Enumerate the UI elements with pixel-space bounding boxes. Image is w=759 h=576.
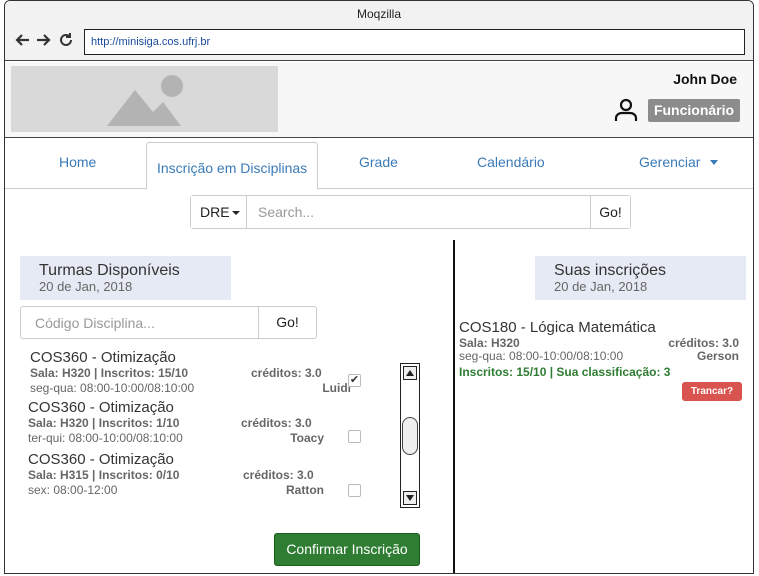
course-list-scrollbar[interactable] — [400, 363, 420, 508]
caret-down-icon — [231, 211, 240, 215]
course-checkbox[interactable] — [348, 430, 361, 443]
course-professor: Toacy — [290, 431, 324, 445]
tab-inscricao[interactable]: Inscrição em Disciplinas — [146, 142, 319, 190]
tab-gerenciar-label: Gerenciar — [639, 154, 701, 170]
scroll-up-button[interactable] — [403, 366, 417, 380]
drop-course-button[interactable]: Trancar? — [682, 382, 742, 401]
course-professor: Luidi — [322, 381, 351, 395]
course-checkbox[interactable]: ✔ — [348, 374, 361, 387]
enrolled-title: Suas inscrições — [554, 262, 667, 279]
course-details: Sala: H315 | Inscritos: 0/10 — [28, 468, 180, 482]
course-code-go-button[interactable]: Go! — [258, 307, 316, 338]
column-divider — [453, 240, 455, 573]
course-schedule: seg-qua: 08:00-10:00/08:10:00 — [30, 381, 195, 395]
forward-arrow-icon[interactable] — [35, 31, 53, 53]
enrolled-status: Inscritos: 15/10 | Sua classificação: 3 — [459, 365, 671, 379]
course-credits: créditos: 3.0 — [243, 468, 314, 482]
back-arrow-icon[interactable] — [13, 31, 31, 53]
search-input[interactable] — [248, 196, 591, 228]
available-section-header: Turmas Disponíveis 20 de Jan, 2018 — [20, 256, 231, 300]
image-placeholder-icon — [107, 75, 183, 126]
course-name: COS360 - Otimização — [30, 349, 176, 366]
course-details: Sala: H320 | Inscritos: 1/10 — [28, 416, 180, 430]
role-badge: Funcionário — [648, 99, 740, 122]
enrolled-date: 20 de Jan, 2018 — [554, 279, 648, 294]
scroll-thumb[interactable] — [402, 417, 418, 455]
course-name: COS360 - Otimização — [28, 399, 174, 416]
app-header: John Doe Funcionário — [5, 62, 753, 138]
user-name: John Doe — [673, 71, 737, 87]
reload-icon[interactable] — [57, 31, 75, 53]
enrolled-course-details: Sala: H320 — [459, 336, 520, 350]
enrolled-course-credits: créditos: 3.0 — [668, 336, 739, 350]
course-code-search: Go! — [20, 306, 317, 339]
course-item: COS360 - Otimização Sala: H320 | Inscrit… — [30, 349, 351, 399]
tab-calendario[interactable]: Calendário — [477, 154, 545, 170]
window-title: Moqzilla — [356, 7, 401, 21]
course-item: COS360 - Otimização Sala: H315 | Inscrit… — [28, 451, 338, 501]
url-bar[interactable]: http://minisiga.cos.ufrj.br — [84, 29, 745, 55]
tab-gerenciar[interactable]: Gerenciar — [639, 154, 719, 170]
search-go-button[interactable]: Go! — [590, 196, 630, 228]
search-type-dropdown[interactable]: DRE — [191, 196, 247, 228]
search-type-label: DRE — [200, 204, 230, 220]
tab-home[interactable]: Home — [59, 154, 96, 170]
course-name: COS360 - Otimização — [28, 451, 174, 468]
course-schedule: sex: 08:00-12:00 — [28, 483, 118, 497]
logo-placeholder — [11, 66, 278, 132]
confirm-enrollment-button[interactable]: Confirmar Inscrição — [274, 533, 420, 566]
course-schedule: ter-qui: 08:00-10:00/08:10:00 — [28, 431, 183, 445]
available-title: Turmas Disponíveis — [39, 262, 180, 279]
enrolled-course-schedule: seg-qua: 08:00-10:00/08:10:00 — [459, 349, 624, 363]
user-icon[interactable] — [614, 98, 638, 122]
main-tabs: Home Inscrição em Disciplinas Grade Cale… — [5, 139, 753, 190]
browser-window: Moqzilla http://minisiga.cos.ufrj.br Joh… — [4, 0, 754, 574]
available-date: 20 de Jan, 2018 — [39, 279, 133, 294]
browser-nav — [13, 31, 75, 53]
course-item: COS360 - Otimização Sala: H320 | Inscrit… — [28, 399, 338, 449]
tab-grade[interactable]: Grade — [359, 154, 398, 170]
course-credits: créditos: 3.0 — [241, 416, 312, 430]
search-bar: DRE Go! — [190, 195, 631, 229]
course-code-input[interactable] — [21, 307, 258, 338]
enrolled-course-professor: Gerson — [696, 349, 739, 363]
course-checkbox[interactable] — [348, 484, 361, 497]
enrolled-section-header: Suas inscrições 20 de Jan, 2018 — [535, 256, 746, 300]
caret-down-icon — [710, 160, 719, 165]
checkbox-checked-icon: ✔ — [349, 374, 360, 386]
course-professor: Ratton — [286, 483, 324, 497]
enrolled-course-name: COS180 - Lógica Matemática — [459, 319, 656, 336]
course-credits: créditos: 3.0 — [251, 366, 322, 380]
course-details: Sala: H320 | Inscritos: 15/10 — [30, 366, 189, 380]
title-bar: Moqzilla http://minisiga.cos.ufrj.br — [5, 1, 753, 61]
scroll-down-button[interactable] — [403, 491, 417, 505]
